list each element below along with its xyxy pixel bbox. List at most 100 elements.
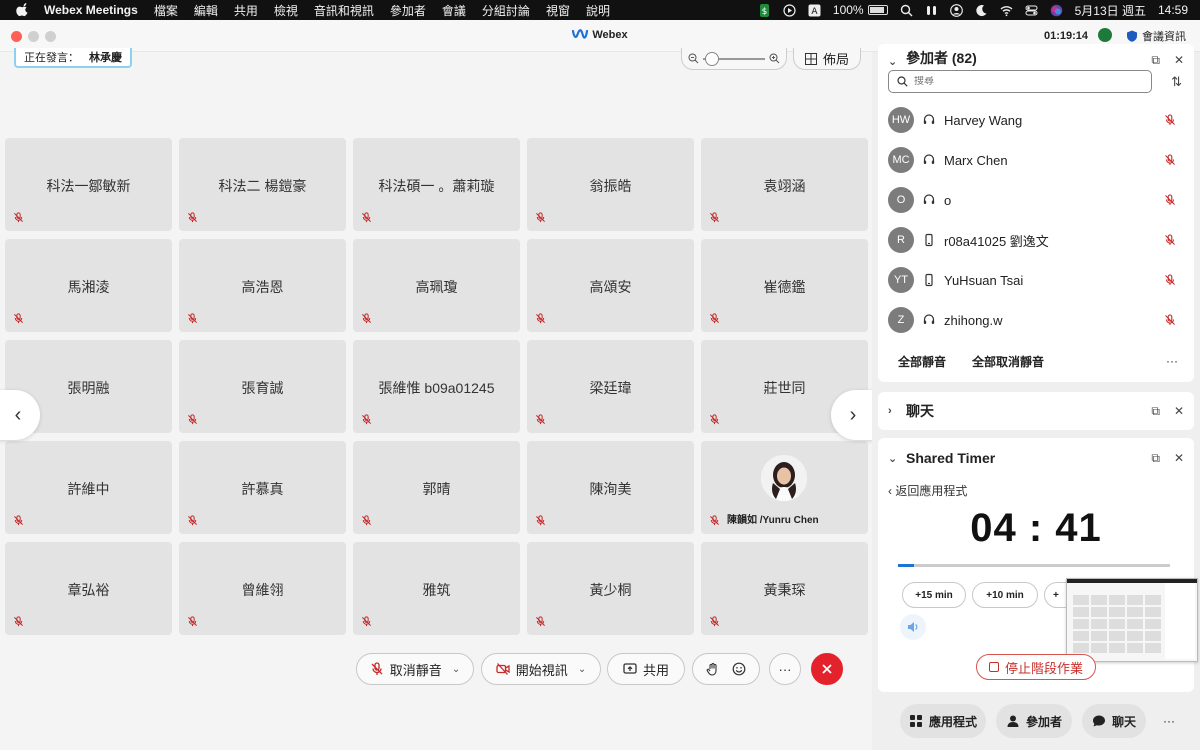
participant-tile[interactable]: 章弘裕 xyxy=(5,542,172,635)
menubar-date[interactable]: 5月13日 週五 xyxy=(1075,2,1146,19)
connection-signal-icon[interactable] xyxy=(1098,28,1112,42)
participant-tile[interactable]: 高浩恩 xyxy=(179,239,346,332)
participant-tile[interactable]: 許維中 xyxy=(5,441,172,534)
search-input[interactable] xyxy=(914,76,1114,87)
menubar-clock[interactable]: 14:59 xyxy=(1158,3,1188,17)
close-icon[interactable]: ✕ xyxy=(1174,404,1184,419)
chevron-down-icon[interactable]: ⌄ xyxy=(452,664,460,675)
chevron-down-icon[interactable]: ⌄ xyxy=(578,664,586,675)
layout-button[interactable]: 佈局 xyxy=(793,48,861,70)
unmute-button[interactable]: 取消靜音 ⌄ xyxy=(356,653,474,685)
zoom-in-icon[interactable] xyxy=(769,53,780,64)
next-page-button[interactable]: › xyxy=(831,390,875,440)
menu-share[interactable]: 共用 xyxy=(234,2,258,19)
spotlight-search-icon[interactable] xyxy=(900,4,913,17)
sort-icon[interactable]: ⇅ xyxy=(1171,74,1182,90)
chevron-down-icon[interactable]: ⌄ xyxy=(888,452,898,465)
wifi-icon[interactable] xyxy=(1000,4,1013,17)
input-source-icon[interactable]: A xyxy=(808,4,821,17)
app-name-menu[interactable]: Webex Meetings xyxy=(44,3,138,17)
emoji-reaction-icon[interactable] xyxy=(732,662,746,676)
participant-row[interactable]: YT YuHsuan Tsai xyxy=(878,260,1194,300)
menu-help[interactable]: 說明 xyxy=(586,2,610,19)
user-account-icon[interactable] xyxy=(949,3,963,17)
menu-meeting[interactable]: 會議 xyxy=(442,2,466,19)
participants-header[interactable]: ⌄ 參加者 (82) ⧉ ✕ xyxy=(878,44,1194,68)
add-10-min-button[interactable]: +10 min xyxy=(972,582,1038,608)
muted-microphone-icon[interactable] xyxy=(1164,274,1176,286)
participant-tile[interactable]: 陳韻如 /Yunru Chen xyxy=(701,441,868,534)
participant-tile[interactable]: 袁翊涵 xyxy=(701,138,868,231)
menu-file[interactable]: 檔案 xyxy=(154,2,178,19)
focus-moon-icon[interactable] xyxy=(975,4,988,17)
close-icon[interactable]: ✕ xyxy=(1174,53,1184,68)
sound-toggle-button[interactable] xyxy=(900,614,926,640)
muted-microphone-icon[interactable] xyxy=(1164,114,1176,126)
share-button[interactable]: 共用 xyxy=(607,653,685,685)
participant-tile[interactable]: 黃少桐 xyxy=(527,542,694,635)
back-to-apps-link[interactable]: ‹ 返回應用程式 xyxy=(888,482,967,499)
siri-icon[interactable] xyxy=(1050,4,1063,17)
muted-microphone-icon[interactable] xyxy=(1164,194,1176,206)
pop-out-icon[interactable]: ⧉ xyxy=(1151,404,1160,419)
participants-more-button[interactable]: ··· xyxy=(1166,354,1178,368)
apple-icon[interactable] xyxy=(16,3,30,17)
panel-more-button[interactable]: ··· xyxy=(1156,704,1182,738)
chat-button[interactable]: 聊天 xyxy=(1082,704,1146,738)
participant-tile[interactable]: 雅筑 xyxy=(353,542,520,635)
chevron-right-icon[interactable]: › xyxy=(888,405,898,417)
participant-tile[interactable]: 許慕真 xyxy=(179,441,346,534)
muted-microphone-icon[interactable] xyxy=(1164,314,1176,326)
participant-tile[interactable]: 張維惟 b09a01245 xyxy=(353,340,520,433)
raise-hand-icon[interactable] xyxy=(706,662,720,676)
play-icon[interactable] xyxy=(783,3,796,17)
screen-preview-thumbnail[interactable] xyxy=(1066,578,1198,662)
end-meeting-button[interactable] xyxy=(811,653,843,685)
participant-tile[interactable]: 黃秉琛 xyxy=(701,542,868,635)
menu-participants[interactable]: 參加者 xyxy=(390,2,426,19)
menu-edit[interactable]: 編輯 xyxy=(194,2,218,19)
participant-tile[interactable]: 崔德鑑 xyxy=(701,239,868,332)
participant-tile[interactable]: 科法碩一 。蕭莉璇 xyxy=(353,138,520,231)
participant-tile[interactable]: 曾維翎 xyxy=(179,542,346,635)
participant-tile[interactable]: 高頌安 xyxy=(527,239,694,332)
participant-row[interactable]: Rr08a41025 劉逸文 xyxy=(878,220,1194,260)
airpods-icon[interactable] xyxy=(925,4,938,17)
participants-button[interactable]: 參加者 xyxy=(996,704,1072,738)
unmute-all-button[interactable]: 全部取消靜音 xyxy=(972,353,1044,370)
shared-timer-header[interactable]: ⌄ Shared Timer ⧉ ✕ xyxy=(878,438,1194,478)
participant-tile[interactable]: 科法二 楊鎧豪 xyxy=(179,138,346,231)
participant-search[interactable] xyxy=(888,70,1152,93)
participant-tile[interactable]: 科法一鄒敏新 xyxy=(5,138,172,231)
participant-tile[interactable]: 梁廷瑋 xyxy=(527,340,694,433)
menu-view[interactable]: 檢視 xyxy=(274,2,298,19)
participant-tile[interactable]: 張育誠 xyxy=(179,340,346,433)
chat-header[interactable]: › 聊天 ⧉ ✕ xyxy=(878,392,1194,430)
close-icon[interactable]: ✕ xyxy=(1174,451,1184,466)
menu-audio-video[interactable]: 音訊和視訊 xyxy=(314,2,374,19)
money-icon[interactable]: $ xyxy=(758,3,771,17)
participant-tile[interactable]: 陳洵美 xyxy=(527,441,694,534)
zoom-slider-handle[interactable] xyxy=(705,51,719,66)
participant-row[interactable]: HW Harvey Wang xyxy=(878,100,1194,140)
apps-button[interactable]: 應用程式 xyxy=(900,704,986,738)
participant-tile[interactable]: 馬湘淩 xyxy=(5,239,172,332)
chevron-down-icon[interactable]: ⌄ xyxy=(888,55,898,68)
muted-microphone-icon[interactable] xyxy=(1164,154,1176,166)
meeting-info-button[interactable]: 會議資訊 xyxy=(1126,28,1186,44)
participant-tile[interactable]: 高珮瓊 xyxy=(353,239,520,332)
participant-row[interactable]: Oo xyxy=(878,180,1194,220)
pop-out-icon[interactable]: ⧉ xyxy=(1151,53,1160,68)
stop-session-button[interactable]: 停止階段作業 xyxy=(976,654,1096,680)
zoom-out-icon[interactable] xyxy=(688,53,699,64)
participant-row[interactable]: Zzhihong.w xyxy=(878,300,1194,340)
mute-all-button[interactable]: 全部靜音 xyxy=(898,353,946,370)
zoom-slider[interactable] xyxy=(703,51,765,66)
more-options-button[interactable]: ··· xyxy=(769,653,801,685)
participant-tile[interactable]: 郭晴 xyxy=(353,441,520,534)
menu-window[interactable]: 視窗 xyxy=(546,2,570,19)
pop-out-icon[interactable]: ⧉ xyxy=(1151,451,1160,466)
battery-status[interactable]: 100% xyxy=(833,3,888,17)
start-video-button[interactable]: 開始視訊 ⌄ xyxy=(481,653,601,685)
add-15-min-button[interactable]: +15 min xyxy=(902,582,966,608)
